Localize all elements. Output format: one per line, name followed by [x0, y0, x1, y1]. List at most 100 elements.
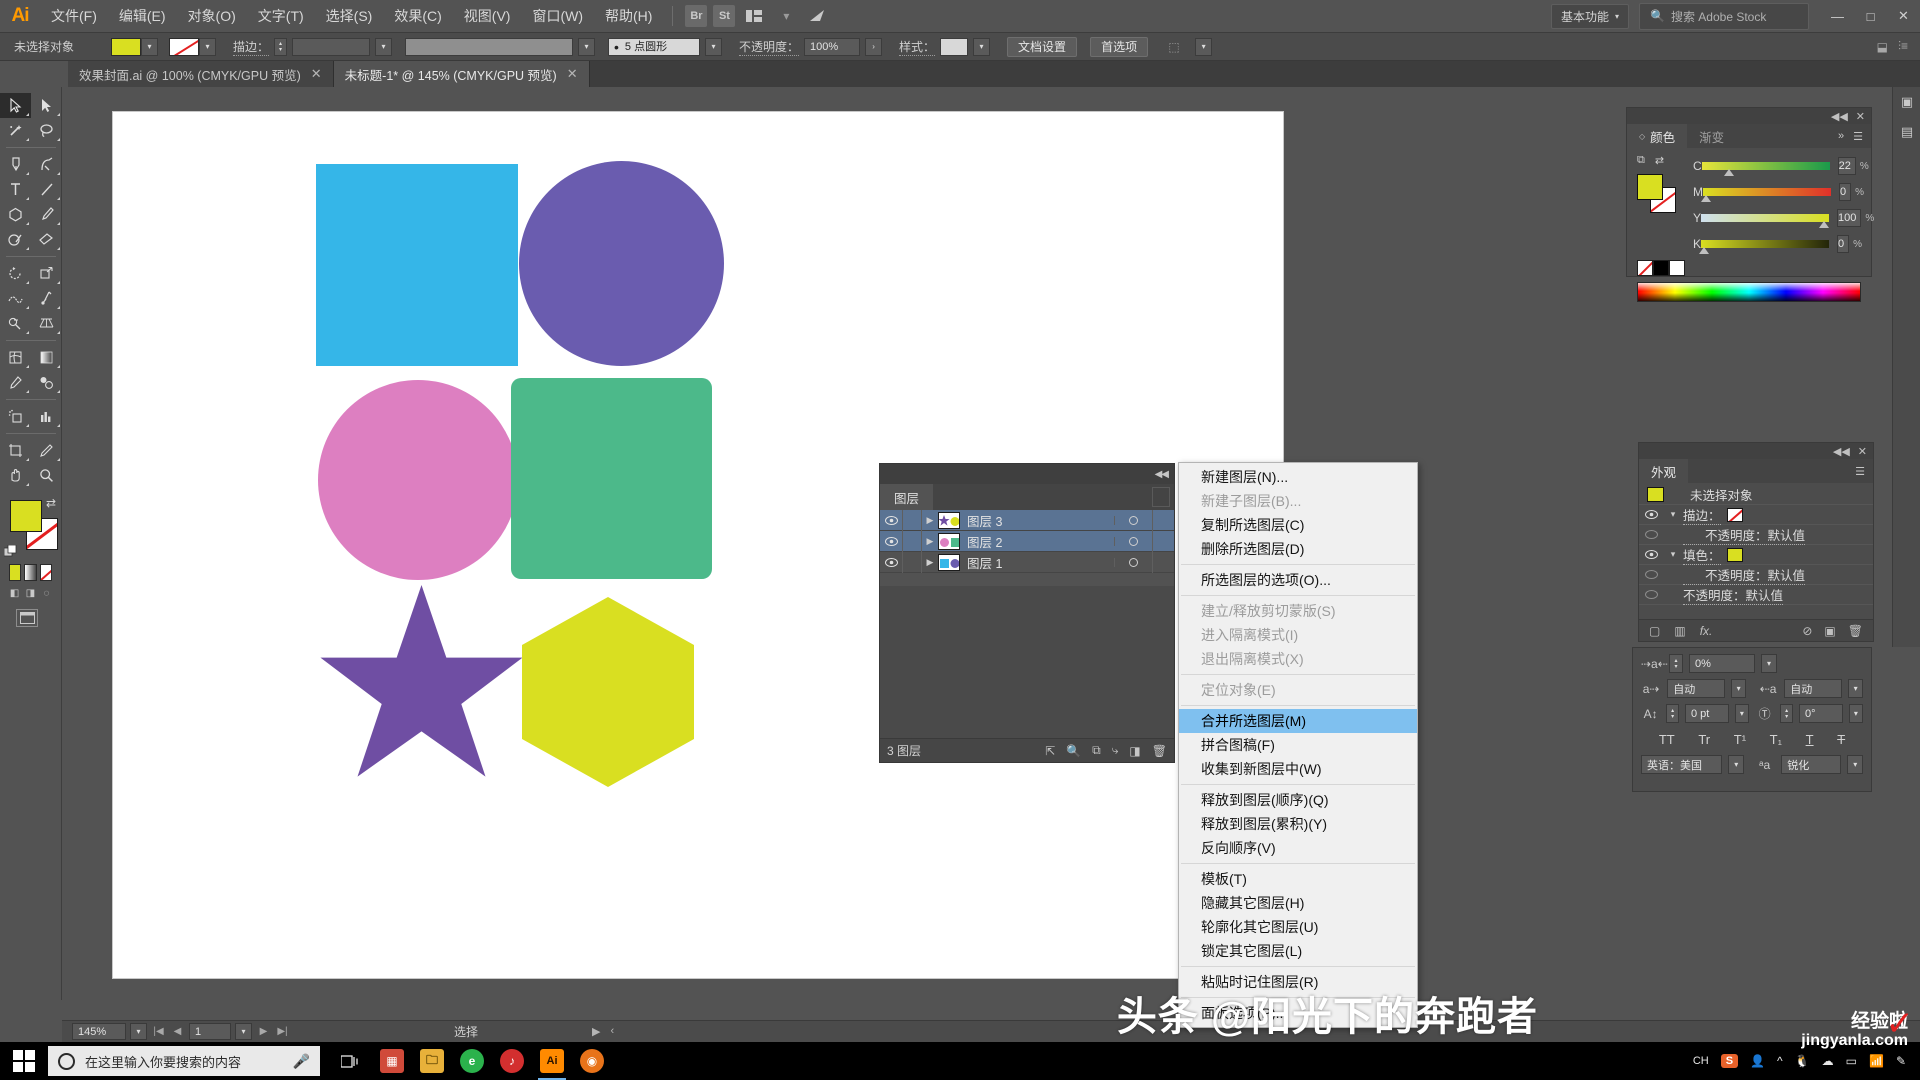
expand-icon[interactable]: »	[1838, 130, 1844, 142]
small-caps-button[interactable]: Tr	[1698, 732, 1710, 747]
duplicate-item-icon[interactable]: ▣	[1824, 624, 1835, 638]
menu-type[interactable]: 文字(T)	[247, 0, 315, 33]
baseline-field[interactable]: 0 pt	[1685, 704, 1729, 723]
sogou-input-icon[interactable]: S	[1721, 1054, 1738, 1068]
qq-icon[interactable]: 🐧	[1795, 1054, 1810, 1068]
draw-normal-icon[interactable]: ◧	[8, 586, 21, 601]
table-row[interactable]: ▶ 图层 2	[880, 531, 1174, 552]
free-transform-tool[interactable]	[31, 286, 62, 311]
taskbar-search-box[interactable]: 在这里输入你要搜索的内容 🎤	[48, 1046, 320, 1076]
subscript-button[interactable]: T₁	[1770, 732, 1782, 747]
menu-item-collect-in-new-layer[interactable]: 收集到新图层中(W)	[1179, 757, 1417, 781]
lock-toggle-icon[interactable]	[902, 531, 922, 552]
swatches-icon[interactable]: ▤	[1893, 117, 1920, 147]
visibility-toggle-icon[interactable]	[880, 558, 902, 567]
paintbrush-tool[interactable]	[31, 202, 62, 227]
antialias-field[interactable]: 锐化	[1781, 755, 1841, 774]
microphone-icon[interactable]: 🎤	[293, 1053, 310, 1070]
menu-item-lock-others[interactable]: 锁定其它图层(L)	[1179, 939, 1417, 963]
hand-tool[interactable]	[0, 463, 31, 488]
black-swatch[interactable]	[1653, 260, 1669, 276]
slider-value[interactable]: 0	[1837, 235, 1849, 253]
toolbar-fill-swatch[interactable]	[10, 500, 42, 532]
close-button[interactable]: ✕	[1887, 0, 1920, 33]
arrange-documents-icon[interactable]	[741, 5, 767, 27]
battery-icon[interactable]: ▭	[1846, 1054, 1857, 1068]
expand-layer-icon[interactable]: ▶	[922, 536, 938, 547]
tracking-stepper[interactable]: ▴▾	[1669, 654, 1683, 673]
status-collapse-icon[interactable]: ‹	[610, 1025, 614, 1038]
taskbar-app-firefox[interactable]: ◉	[572, 1042, 612, 1080]
visibility-toggle-icon[interactable]	[1639, 530, 1663, 539]
menu-item-delete-layers[interactable]: 删除所选图层(D)	[1179, 537, 1417, 561]
cyan-slider[interactable]	[1702, 162, 1830, 170]
appearance-row-opacity[interactable]: 不透明度：默认值	[1639, 585, 1873, 605]
gradient-tool[interactable]	[31, 345, 62, 370]
menu-item-outline-others[interactable]: 轮廓化其它图层(U)	[1179, 915, 1417, 939]
lasso-tool[interactable]	[31, 118, 62, 143]
close-icon[interactable]: ✕	[1856, 110, 1865, 123]
people-icon[interactable]: 👤	[1750, 1054, 1765, 1068]
menu-item-layer-options[interactable]: 所选图层的选项(O)...	[1179, 568, 1417, 592]
kerning-left-field[interactable]: 自动	[1667, 679, 1725, 698]
draw-inside-icon[interactable]: ◌	[40, 586, 53, 601]
menu-object[interactable]: 对象(O)	[177, 0, 247, 33]
taskbar-app-microsoft-store[interactable]: ▦	[372, 1042, 412, 1080]
magic-wand-tool[interactable]	[0, 118, 31, 143]
slider-value[interactable]: 0	[1839, 183, 1851, 201]
expand-layer-icon[interactable]: ▶	[922, 557, 938, 568]
zoom-tool[interactable]	[31, 463, 62, 488]
visibility-toggle-icon[interactable]	[1639, 570, 1663, 579]
none-button[interactable]	[40, 564, 52, 581]
artboard-tool[interactable]	[0, 438, 31, 463]
shape-pink-circle[interactable]	[318, 380, 518, 580]
menu-window[interactable]: 窗口(W)	[521, 0, 594, 33]
mesh-tool[interactable]	[0, 345, 31, 370]
direct-selection-tool[interactable]	[31, 93, 62, 118]
slider-value[interactable]: 100	[1837, 209, 1861, 227]
magenta-slider[interactable]	[1703, 188, 1831, 196]
menu-edit[interactable]: 编辑(E)	[108, 0, 177, 33]
shape-purple-circle[interactable]	[519, 161, 724, 366]
menu-item-new-layer[interactable]: 新建图层(N)...	[1179, 465, 1417, 489]
ime-indicator[interactable]: CH	[1693, 1055, 1709, 1067]
black-slider[interactable]	[1701, 240, 1829, 248]
menu-help[interactable]: 帮助(H)	[594, 0, 663, 33]
slice-tool[interactable]	[31, 438, 62, 463]
select-similar-icon[interactable]: ⬚	[1161, 36, 1187, 58]
collapse-icon[interactable]: ◀◀	[1831, 110, 1848, 123]
collapse-panel-icon[interactable]: ◀◀	[1155, 469, 1168, 480]
shape-yellow-hexagon[interactable]	[508, 597, 708, 787]
width-tool[interactable]	[0, 286, 31, 311]
next-artboard-icon[interactable]: ▶	[256, 1026, 271, 1037]
blend-tool[interactable]	[31, 370, 62, 395]
workspace-switcher[interactable]: 基本功能 ▾	[1551, 4, 1629, 29]
bridge-icon[interactable]: Br	[685, 5, 707, 27]
fill-swatch[interactable]	[1727, 548, 1743, 562]
superscript-button[interactable]: T¹	[1734, 732, 1746, 747]
menu-item-duplicate-layers[interactable]: 复制所选图层(C)	[1179, 513, 1417, 537]
chevron-down-icon[interactable]: ▾	[773, 5, 799, 27]
stroke-weight-dropdown-icon[interactable]: ▾	[375, 38, 392, 56]
profile-dropdown-icon[interactable]: ▾	[705, 38, 722, 56]
artboard-number-field[interactable]: 1	[189, 1023, 231, 1040]
slider-value[interactable]: 22	[1838, 157, 1856, 175]
layer-name[interactable]: 图层 3	[967, 511, 1114, 530]
antialias-dropdown-icon[interactable]: ▾	[1847, 755, 1863, 774]
tracking-dropdown-icon[interactable]: ▾	[1761, 654, 1777, 673]
tab-close-icon[interactable]: ✕	[311, 66, 322, 82]
fill-swatch[interactable]	[111, 38, 141, 56]
fill-dropdown-icon[interactable]: ▾	[141, 38, 158, 56]
cloud-icon[interactable]: ☁	[1822, 1054, 1834, 1068]
stroke-weight-field[interactable]	[292, 38, 370, 56]
taskbar-app-netease-music[interactable]: ♪	[492, 1042, 532, 1080]
menu-item-hide-others[interactable]: 隐藏其它图层(H)	[1179, 891, 1417, 915]
pen-tool[interactable]	[0, 152, 31, 177]
panel-options-icon[interactable]: ⫶≡	[1898, 39, 1908, 54]
visibility-toggle-icon[interactable]	[1639, 590, 1663, 599]
layers-search-field[interactable]	[1152, 487, 1170, 507]
fill-stroke-proxy-icon[interactable]: ⧉	[1637, 154, 1645, 167]
tab-color[interactable]: ◇ 颜色	[1627, 124, 1687, 148]
lock-toggle-icon[interactable]	[902, 510, 922, 531]
all-caps-button[interactable]: TT	[1659, 732, 1675, 747]
